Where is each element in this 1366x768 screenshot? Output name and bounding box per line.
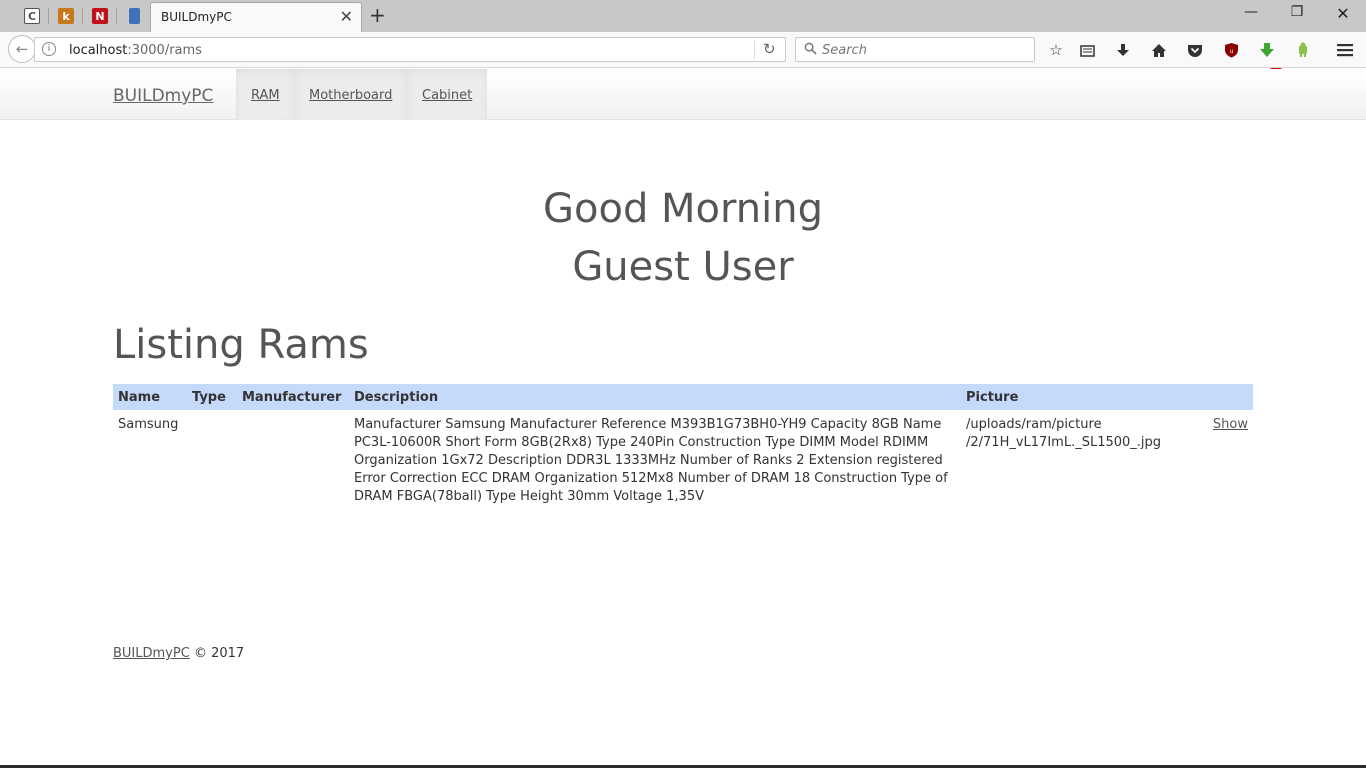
cell-manufacturer xyxy=(237,410,349,512)
tab-strip: C k N BUILDmyPC ✕ + — ❐ ✕ xyxy=(0,0,1366,32)
col-header-type: Type xyxy=(192,389,226,405)
col-header-name: Name xyxy=(118,389,161,405)
cell-description: Manufacturer Samsung Manufacturer Refere… xyxy=(354,417,948,504)
pinned-tab-3[interactable]: N xyxy=(84,2,116,30)
cell-picture: /uploads/ram/picture /2/71H_vL17ImL._SL1… xyxy=(966,417,1162,450)
book-app-icon xyxy=(128,8,140,24)
rams-table: Name Type Manufacturer Description Pictu… xyxy=(113,384,1253,512)
android-extension-icon[interactable] xyxy=(1293,40,1313,60)
ublock-icon[interactable]: u xyxy=(1221,40,1241,60)
brand-link[interactable]: BUILDmyPC xyxy=(113,86,213,106)
downloads-icon[interactable] xyxy=(1113,40,1133,60)
home-icon[interactable] xyxy=(1149,40,1169,60)
tab-title: BUILDmyPC xyxy=(161,10,232,24)
pinned-tab-4[interactable] xyxy=(118,2,150,30)
bookmark-star-icon[interactable]: ☆ xyxy=(1046,40,1066,60)
site-navbar: BUILDmyPC RAM Motherboard Cabinet xyxy=(0,69,1366,120)
browser-toolbar: ← i localhost:3000/rams ↻ Search ☆ u ? xyxy=(0,32,1366,80)
address-bar[interactable]: i localhost:3000/rams ↻ xyxy=(34,37,786,62)
nav-link-cabinet[interactable]: Cabinet xyxy=(422,88,472,103)
pocket-icon[interactable] xyxy=(1185,40,1205,60)
greeting-line-1: Good Morning xyxy=(543,186,823,232)
url-path: :3000/rams xyxy=(127,43,202,58)
footer-brand-link[interactable]: BUILDmyPC xyxy=(113,646,190,661)
url-host: localhost xyxy=(69,43,128,58)
url-text[interactable]: localhost:3000/rams xyxy=(69,43,202,58)
nav-item-motherboard[interactable]: Motherboard xyxy=(294,69,407,120)
c-terminal-icon: C xyxy=(24,8,40,24)
nav-item-cabinet[interactable]: Cabinet xyxy=(407,69,487,120)
cell-actions: Show xyxy=(1201,410,1253,512)
close-tab-icon[interactable]: ✕ xyxy=(340,7,353,26)
search-placeholder: Search xyxy=(822,43,867,58)
download-manager-icon[interactable] xyxy=(1257,40,1277,60)
n-app-icon: N xyxy=(92,8,108,24)
reload-icon[interactable]: ↻ xyxy=(763,40,776,58)
restore-icon[interactable]: ❐ xyxy=(1274,4,1320,26)
col-header-description: Description xyxy=(354,389,439,405)
search-input[interactable]: Search xyxy=(795,37,1035,62)
col-header-manufacturer: Manufacturer xyxy=(242,389,342,405)
search-icon xyxy=(804,42,817,55)
reading-list-icon[interactable] xyxy=(1077,40,1097,60)
hamburger-menu-icon[interactable] xyxy=(1335,40,1355,60)
active-tab[interactable]: BUILDmyPC ✕ xyxy=(150,2,362,32)
pinned-tab-2[interactable]: k xyxy=(50,2,82,30)
pinned-tab-1[interactable]: C xyxy=(16,2,48,30)
minimize-icon[interactable]: — xyxy=(1228,4,1274,26)
col-header-actions xyxy=(1201,384,1253,410)
footer: BUILDmyPC © 2017 xyxy=(113,646,244,661)
greeting-line-2: Guest User xyxy=(572,244,794,290)
nav-link-ram[interactable]: RAM xyxy=(251,88,280,103)
new-tab-icon[interactable]: + xyxy=(369,3,386,27)
svg-text:u: u xyxy=(1229,48,1233,55)
cell-type xyxy=(187,410,237,512)
info-icon[interactable]: i xyxy=(42,42,56,56)
window-close-icon[interactable]: ✕ xyxy=(1320,4,1366,26)
k-app-icon: k xyxy=(58,8,74,24)
nav-item-ram[interactable]: RAM xyxy=(236,69,294,120)
page-title: Listing Rams xyxy=(113,322,369,368)
cell-name: Samsung xyxy=(118,417,179,432)
nav-link-motherboard[interactable]: Motherboard xyxy=(309,88,392,103)
show-link[interactable]: Show xyxy=(1213,417,1248,432)
table-header-row: Name Type Manufacturer Description Pictu… xyxy=(113,384,1253,410)
table-row: Samsung Manufacturer Samsung Manufacture… xyxy=(113,410,1253,512)
col-header-picture: Picture xyxy=(966,389,1019,405)
footer-copyright: © 2017 xyxy=(193,646,245,661)
back-arrow-icon[interactable]: ← xyxy=(8,35,36,63)
